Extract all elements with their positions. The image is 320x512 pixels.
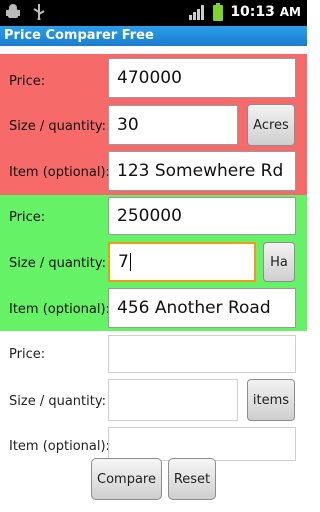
item-block-2: Price: 250000 Size / quantity: 7 Ha Item… (0, 195, 307, 331)
unit-button[interactable]: Ha (263, 242, 295, 282)
text-cursor (129, 253, 131, 271)
usb-icon (32, 4, 46, 21)
app-title-bar: Price Comparer Free (0, 26, 307, 46)
unit-button[interactable]: Acres (247, 104, 295, 146)
price-label: Price: (9, 347, 46, 362)
size-label: Size / quantity: (9, 119, 106, 134)
price-input[interactable]: 250000 (108, 197, 296, 235)
price-input[interactable]: 470000 (108, 58, 296, 98)
unit-button[interactable]: items (247, 379, 295, 421)
item-input[interactable]: 456 Another Road (108, 288, 296, 328)
item-block-3: Price: Size / quantity: items Item (opti… (0, 331, 307, 461)
item-label: Item (optional): (9, 165, 110, 180)
price-label: Price: (9, 74, 46, 89)
item-input[interactable]: 123 Somewhere Rd (108, 151, 296, 191)
android-debug-icon (6, 4, 20, 20)
item-block-1: Price: 470000 Size / quantity: 30 Acres … (0, 54, 307, 195)
size-label: Size / quantity: (9, 394, 106, 409)
item-label: Item (optional): (9, 302, 110, 317)
size-input[interactable]: 30 (108, 105, 238, 145)
signal-icon (188, 4, 206, 20)
reset-button[interactable]: Reset (168, 458, 216, 500)
size-input[interactable] (108, 379, 238, 421)
size-input[interactable]: 7 (108, 242, 256, 282)
app-title: Price Comparer Free (4, 28, 154, 43)
compare-button[interactable]: Compare (91, 458, 162, 500)
item-input[interactable] (108, 427, 296, 461)
price-input[interactable] (108, 335, 296, 373)
price-label: Price: (9, 210, 46, 225)
battery-icon (212, 3, 224, 21)
size-label: Size / quantity: (9, 256, 106, 271)
clock: 10:13 AM (230, 4, 301, 20)
item-label: Item (optional): (9, 439, 110, 454)
status-bar: 10:13 AM (0, 0, 307, 26)
